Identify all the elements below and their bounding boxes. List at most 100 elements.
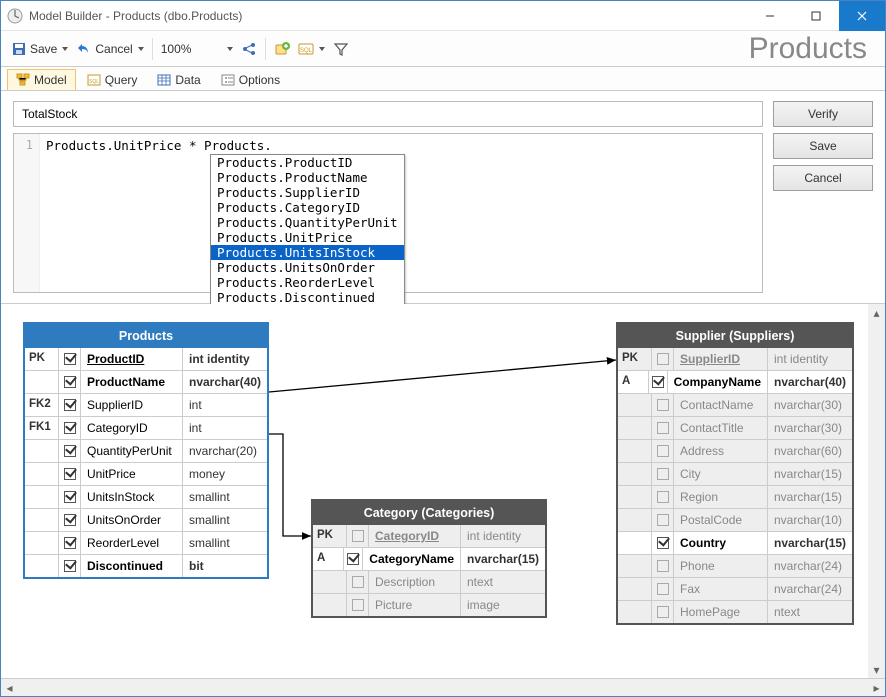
scroll-up-icon[interactable]: ▴	[868, 304, 885, 321]
entity-column-row[interactable]: ACategoryNamenvarchar(15)	[313, 547, 545, 570]
include-checkbox[interactable]	[652, 463, 674, 485]
scroll-right-icon[interactable]: ▸	[868, 679, 885, 696]
tab-query[interactable]: SQL Query	[78, 69, 147, 90]
entity-column-row[interactable]: ContactNamenvarchar(30)	[618, 393, 852, 416]
autocomplete-item[interactable]: Products.UnitPrice	[211, 230, 404, 245]
include-checkbox[interactable]	[652, 555, 674, 577]
cancel-button[interactable]: Cancel	[773, 165, 873, 191]
entity-column-row[interactable]: Citynvarchar(15)	[618, 462, 852, 485]
entity-column-row[interactable]: UnitPricemoney	[25, 462, 267, 485]
autocomplete-item[interactable]: Products.SupplierID	[211, 185, 404, 200]
include-checkbox[interactable]	[649, 371, 668, 393]
entity-column-row[interactable]: Pictureimage	[313, 593, 545, 616]
app-icon	[7, 8, 23, 24]
include-checkbox[interactable]	[652, 440, 674, 462]
entity-column-row[interactable]: FK2SupplierIDint	[25, 393, 267, 416]
verify-button[interactable]: Verify	[773, 101, 873, 127]
include-checkbox[interactable]	[652, 578, 674, 600]
autocomplete-item[interactable]: Products.CategoryID	[211, 200, 404, 215]
scroll-down-icon[interactable]: ▾	[868, 661, 885, 678]
autocomplete-item[interactable]: Products.ReorderLevel	[211, 275, 404, 290]
entity-column-row[interactable]: ACompanyNamenvarchar(40)	[618, 370, 852, 393]
save-button[interactable]: Save	[7, 39, 72, 59]
include-checkbox[interactable]	[652, 348, 674, 370]
include-checkbox[interactable]	[59, 440, 81, 462]
share-button[interactable]	[237, 39, 261, 59]
tab-model[interactable]: Model	[7, 69, 76, 90]
include-checkbox[interactable]	[652, 417, 674, 439]
entity-column-row[interactable]: ContactTitlenvarchar(30)	[618, 416, 852, 439]
include-checkbox[interactable]	[652, 486, 674, 508]
include-checkbox[interactable]	[347, 594, 369, 616]
include-checkbox[interactable]	[652, 509, 674, 531]
sql-button[interactable]: SQL	[294, 39, 329, 59]
entity-column-row[interactable]: PKCategoryIDint identity	[313, 525, 545, 547]
entity-column-row[interactable]: Faxnvarchar(24)	[618, 577, 852, 600]
entity-column-row[interactable]: ProductNamenvarchar(40)	[25, 370, 267, 393]
entity-products[interactable]: Products PKProductIDint identityProductN…	[23, 322, 269, 579]
svg-text:SQL: SQL	[300, 48, 313, 54]
entity-column-row[interactable]: Discontinuedbit	[25, 554, 267, 577]
field-name-input[interactable]	[13, 101, 763, 127]
key-indicator	[618, 578, 652, 600]
tab-data[interactable]: Data	[148, 69, 209, 90]
key-indicator: A	[618, 371, 649, 393]
checkbox-icon	[657, 353, 669, 365]
autocomplete-item[interactable]: Products.ProductName	[211, 170, 404, 185]
include-checkbox[interactable]	[59, 348, 81, 370]
include-checkbox[interactable]	[59, 509, 81, 531]
horizontal-scrollbar[interactable]: ◂ ▸	[1, 679, 885, 696]
scroll-left-icon[interactable]: ◂	[1, 679, 18, 696]
entity-column-row[interactable]: FK1CategoryIDint	[25, 416, 267, 439]
entity-column-row[interactable]: Addressnvarchar(60)	[618, 439, 852, 462]
entity-column-row[interactable]: Phonenvarchar(24)	[618, 554, 852, 577]
include-checkbox[interactable]	[652, 532, 674, 554]
include-checkbox[interactable]	[652, 601, 674, 623]
autocomplete-item[interactable]: Products.QuantityPerUnit	[211, 215, 404, 230]
add-button[interactable]	[270, 39, 294, 59]
include-checkbox[interactable]	[59, 463, 81, 485]
autocomplete-item[interactable]: Products.UnitsInStock	[211, 245, 404, 260]
vertical-scrollbar[interactable]: ▴ ▾	[868, 304, 885, 678]
entity-column-row[interactable]: QuantityPerUnitnvarchar(20)	[25, 439, 267, 462]
entity-column-row[interactable]: PostalCodenvarchar(10)	[618, 508, 852, 531]
include-checkbox[interactable]	[59, 371, 81, 393]
include-checkbox[interactable]	[59, 532, 81, 554]
maximize-button[interactable]	[793, 1, 839, 31]
entity-column-row[interactable]: Countrynvarchar(15)	[618, 531, 852, 554]
entity-column-row[interactable]: UnitsOnOrdersmallint	[25, 508, 267, 531]
diagram-canvas[interactable]: Products PKProductIDint identityProductN…	[1, 304, 868, 678]
entity-column-row[interactable]: HomePagentext	[618, 600, 852, 623]
column-name: CompanyName	[668, 371, 768, 393]
filter-button[interactable]	[329, 39, 353, 59]
entity-category[interactable]: Category (Categories) PKCategoryIDint id…	[311, 499, 547, 618]
save-button[interactable]: Save	[773, 133, 873, 159]
include-checkbox[interactable]	[59, 417, 81, 439]
entity-column-row[interactable]: UnitsInStocksmallint	[25, 485, 267, 508]
entity-column-row[interactable]: Regionnvarchar(15)	[618, 485, 852, 508]
autocomplete-popup[interactable]: Products.ProductIDProducts.ProductNamePr…	[210, 154, 405, 306]
autocomplete-item[interactable]: Products.Discontinued	[211, 290, 404, 305]
include-checkbox[interactable]	[59, 486, 81, 508]
code-editor[interactable]: 1 Products.UnitPrice * Products. Product…	[13, 133, 763, 293]
zoom-select[interactable]: 100%	[157, 40, 237, 58]
app-window: Model Builder - Products (dbo.Products) …	[0, 0, 886, 697]
include-checkbox[interactable]	[347, 571, 369, 593]
entity-column-row[interactable]: ReorderLevelsmallint	[25, 531, 267, 554]
include-checkbox[interactable]	[59, 555, 81, 577]
include-checkbox[interactable]	[59, 394, 81, 416]
include-checkbox[interactable]	[347, 525, 369, 547]
minimize-button[interactable]	[747, 1, 793, 31]
include-checkbox[interactable]	[344, 548, 363, 570]
entity-supplier[interactable]: Supplier (Suppliers) PKSupplierIDint ide…	[616, 322, 854, 625]
autocomplete-item[interactable]: Products.UnitsOnOrder	[211, 260, 404, 275]
tab-options[interactable]: Options	[212, 69, 289, 90]
include-checkbox[interactable]	[652, 394, 674, 416]
entity-column-row[interactable]: Descriptionntext	[313, 570, 545, 593]
autocomplete-item[interactable]: Products.ProductID	[211, 155, 404, 170]
close-button[interactable]	[839, 1, 885, 31]
entity-column-row[interactable]: PKProductIDint identity	[25, 348, 267, 370]
entity-column-row[interactable]: PKSupplierIDint identity	[618, 348, 852, 370]
cancel-button[interactable]: Cancel	[72, 39, 147, 59]
chevron-down-icon	[319, 47, 325, 51]
